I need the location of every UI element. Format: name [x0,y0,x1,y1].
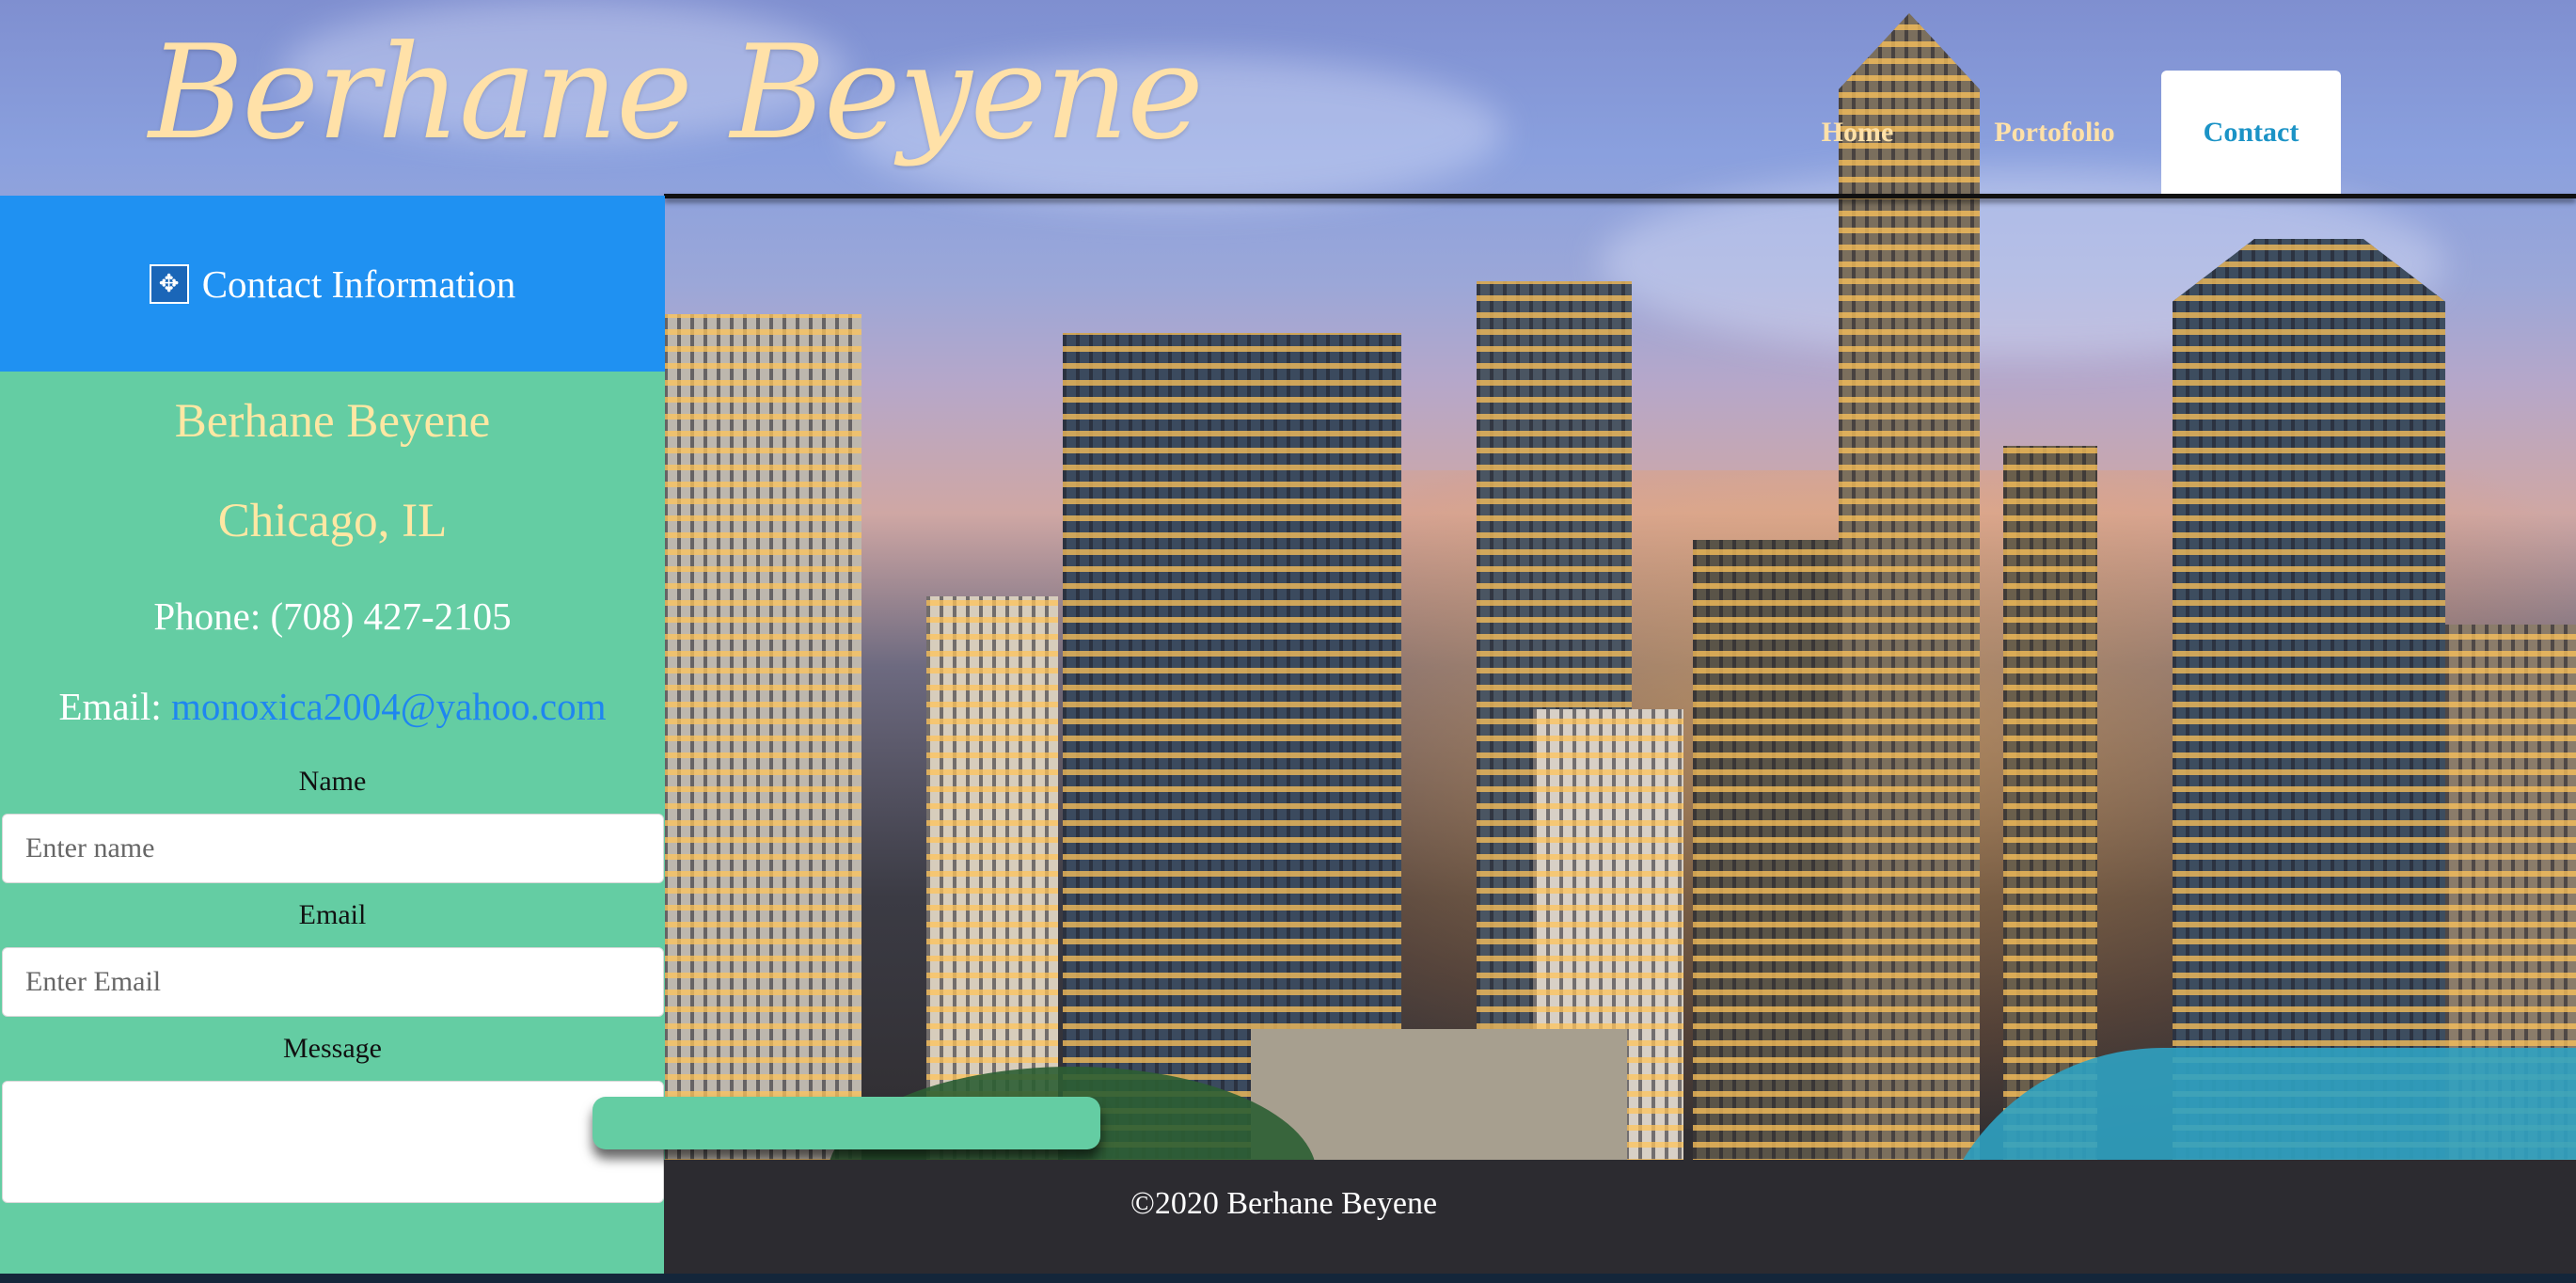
copyright-text: ©2020 Berhane Beyene [1130,1186,1438,1221]
email-input[interactable] [2,947,664,1017]
email-link[interactable]: monoxica2004@yahoo.com [171,685,606,728]
message-textarea[interactable] [2,1081,664,1203]
contact-phone: Phone: (708) 427-2105 [153,594,512,638]
contact-email-line: Email: monoxica2004@yahoo.com [0,665,665,750]
site-title: Berhane Beyene [149,17,1204,168]
name-label: Name [298,766,367,797]
nav-portfolio[interactable]: Portofolio [1948,71,2161,194]
main-nav: Home Portofolio Contact [1767,71,2576,194]
contact-details: Berhane Beyene Chicago, IL Phone: (708) … [0,394,665,750]
contact-name: Berhane Beyene [174,395,491,448]
contact-panel: ✥ Contact Information Berhane Beyene Chi… [0,196,665,1283]
contact-heading: Contact Information [201,261,516,306]
message-label: Message [283,1033,382,1064]
contact-city: Chicago, IL [217,495,448,547]
move-arrows-icon: ✥ [149,263,189,304]
page-bottom-strip [0,1274,2576,1283]
contact-form: Name Email Message [0,750,665,1203]
email-label: Email [298,899,367,930]
footer: ©2020 Berhane Beyene [664,1160,2576,1274]
nav-home[interactable]: Home [1767,71,1948,194]
name-input[interactable] [2,814,664,883]
nav-contact[interactable]: Contact [2161,71,2341,194]
submit-button[interactable] [593,1097,1100,1149]
contact-panel-header: ✥ Contact Information [0,196,665,372]
email-prefix: Email: [58,685,162,728]
header-divider [664,194,2576,198]
